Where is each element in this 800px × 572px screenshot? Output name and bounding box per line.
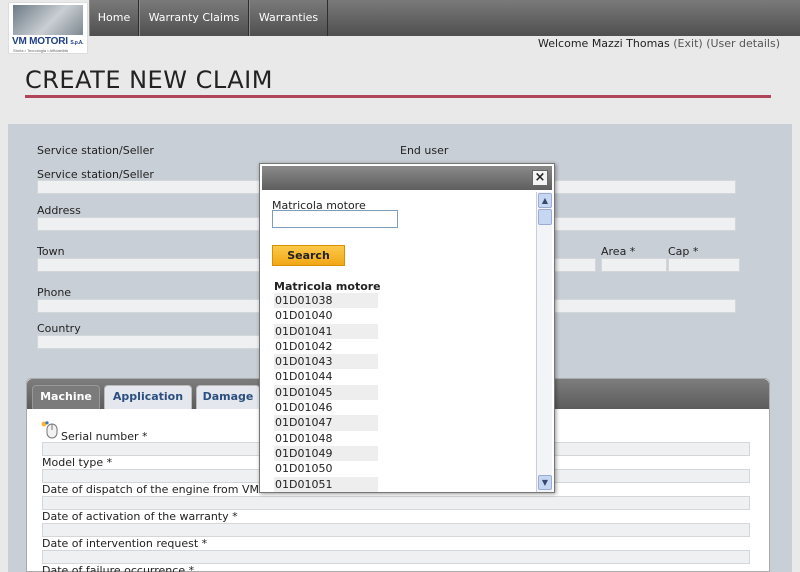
results-list: 01D01038 01D01040 01D01041 01D01042 01D01043… [274, 293, 378, 492]
seller-field[interactable] [37, 180, 277, 194]
result-row[interactable]: 01D01041 [274, 323, 378, 339]
tab-application[interactable]: Application [104, 385, 192, 409]
end-user-address-field[interactable] [540, 217, 736, 231]
engine-serial-input[interactable] [272, 210, 398, 228]
cap-label: Cap * [668, 245, 699, 258]
result-row[interactable]: 01D01046 [274, 400, 378, 415]
scroll-thumb[interactable] [538, 209, 552, 225]
search-button[interactable]: Search [272, 245, 345, 266]
dispatch-date-field[interactable] [42, 496, 750, 510]
exit-link[interactable]: (Exit) [673, 37, 702, 50]
model-type-label: Model type * [42, 456, 113, 469]
result-row[interactable]: 01D01038 [274, 293, 378, 309]
result-row[interactable]: 01D01049 [274, 445, 378, 462]
page-title: CREATE NEW CLAIM [25, 66, 273, 94]
result-row[interactable]: 01D01048 [274, 431, 378, 446]
result-row[interactable]: 01D01047 [274, 415, 378, 431]
area-field[interactable] [601, 258, 667, 272]
result-row[interactable]: 01D01044 [274, 369, 378, 384]
logo-brand: VM MOTORI S.p.A. [12, 36, 84, 47]
activation-date-label: Date of activation of the warranty * [42, 510, 238, 523]
country-field[interactable] [37, 335, 277, 349]
seller-section-heading: Service station/Seller [37, 144, 154, 157]
dispatch-date-label: Date of dispatch of the engine from VM * [42, 483, 268, 496]
welcome-text: Welcome Mazzi Thomas [538, 37, 670, 50]
nav-home[interactable]: Home [89, 0, 139, 36]
nav-warranty-claims[interactable]: Warranty Claims [139, 0, 249, 36]
intervention-date-field[interactable] [42, 550, 750, 564]
town-field[interactable] [37, 258, 277, 272]
intervention-date-label: Date of intervention request * [42, 537, 208, 550]
result-row[interactable]: 01D01051 [274, 476, 378, 492]
end-user-phone-field[interactable] [540, 299, 736, 313]
result-row[interactable]: 01D01042 [274, 339, 378, 354]
dialog-body: Matricola motore Search Matricola motore… [262, 192, 537, 492]
tab-machine[interactable]: Machine [32, 385, 100, 409]
nav-warranties[interactable]: Warranties [249, 0, 328, 36]
title-divider [25, 95, 771, 98]
result-row[interactable]: 01D01050 [274, 461, 378, 476]
vm-motori-logo[interactable]: VM MOTORI S.p.A. Storia • Tecnologia • A… [8, 2, 88, 54]
logo-image [13, 5, 83, 35]
result-row[interactable]: 01D01045 [274, 384, 378, 401]
phone-field[interactable] [37, 299, 277, 313]
scroll-down-icon[interactable]: ▼ [538, 475, 552, 490]
logo-tagline: Storia • Tecnologia • Affidabilità [13, 48, 68, 53]
country-label: Country [37, 322, 81, 335]
mouse-icon[interactable] [41, 421, 61, 439]
dialog-titlebar[interactable]: × [262, 166, 552, 190]
user-details-link[interactable]: (User details) [706, 37, 780, 50]
result-row[interactable]: 01D01040 [274, 308, 378, 323]
address-label: Address [37, 204, 81, 217]
end-user-section-heading: End user [400, 144, 449, 157]
end-user-name-field[interactable] [540, 180, 736, 194]
user-welcome: Welcome Mazzi Thomas (Exit) (User detail… [538, 37, 780, 50]
area-label: Area * [601, 245, 636, 258]
close-icon[interactable]: × [532, 170, 548, 186]
tab-damage[interactable]: Damage [196, 385, 260, 409]
dialog-scrollbar[interactable]: ▲ ▼ [536, 192, 552, 492]
town-label: Town [37, 245, 65, 258]
main-navigation: Home Warranty Claims Warranties [89, 0, 800, 36]
phone-label: Phone [37, 286, 72, 299]
failure-date-label: Date of failure occurrence * [42, 564, 195, 572]
results-column-header: Matricola motore [274, 280, 381, 293]
scroll-up-icon[interactable]: ▲ [538, 193, 552, 208]
cap-field[interactable] [668, 258, 740, 272]
address-field[interactable] [37, 217, 277, 231]
engine-search-dialog: × Matricola motore Search Matricola moto… [259, 163, 555, 493]
activation-date-field[interactable] [42, 523, 750, 537]
result-row[interactable]: 01D01043 [274, 354, 378, 370]
